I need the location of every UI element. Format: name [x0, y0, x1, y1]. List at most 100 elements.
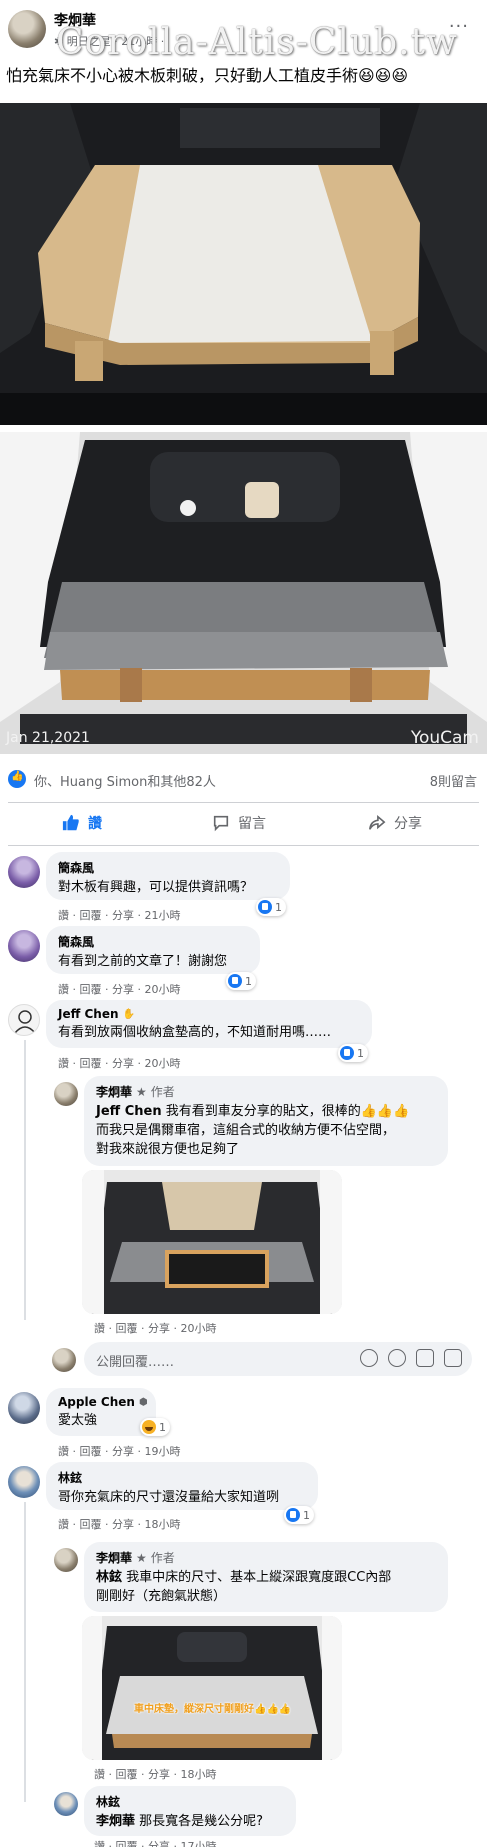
haha-reaction-icon [142, 1420, 156, 1434]
storage-box-illustration [82, 1170, 342, 1314]
comment-actions[interactable]: 讚 · 回覆 · 分享 · 18小時 [58, 1516, 180, 1532]
share-label: 分享 [394, 816, 422, 832]
wave-icon: ✋ [122, 1008, 135, 1020]
author-avatar[interactable] [8, 10, 46, 48]
author-tag: 作者 [150, 1551, 175, 1565]
avatar-sketch [14, 1010, 36, 1034]
comment-author-name[interactable]: Jeff Chen [58, 1007, 119, 1021]
comment-author[interactable]: 簡森風 [58, 933, 248, 950]
reply-photo-air-mattress[interactable]: 車中床墊，縱深尺寸剛剛好👍👍👍 [82, 1616, 342, 1760]
sticker-icon[interactable] [444, 1349, 462, 1367]
reaction-summary-text[interactable]: 你、Huang Simon和其他82人 [34, 771, 216, 790]
reply-author-avatar[interactable] [54, 1792, 78, 1816]
camera-icon[interactable] [388, 1349, 406, 1367]
reply-bubble: 林鉉 李炯華 那長寬各是幾公分呢? [84, 1786, 296, 1836]
reply-author-avatar[interactable] [54, 1082, 78, 1106]
share-button[interactable]: 分享 [368, 813, 422, 833]
reply-photo-storage-box[interactable] [82, 1170, 342, 1314]
comment-count[interactable]: 8則留言 [430, 771, 477, 790]
photo-overlay-caption: 車中床墊，縱深尺寸剛剛好👍👍👍 [134, 1704, 292, 1715]
reply-text-line: 剛剛好（充飽氣狀態） [96, 1589, 227, 1604]
public-reply-input[interactable]: 公開回覆…… [84, 1342, 472, 1376]
like-reaction-icon[interactable] [8, 770, 26, 788]
wood-board-illustration [0, 103, 487, 425]
comment-author-name[interactable]: Apple Chen [58, 1395, 135, 1409]
comment-text: 愛太強 [58, 1413, 98, 1428]
reply-text-line: 而我只是偶爾車宿，這組合式的收納方便不佔空間， [96, 1123, 396, 1138]
reply-bubble: 李炯華 ★ 作者 Jeff Chen 我有看到車友分享的貼文，很棒的👍👍👍 而我… [84, 1076, 448, 1166]
reply-text-line: 對我來說很方便也足夠了 [96, 1142, 240, 1157]
comment-reaction-chip[interactable]: 1 [284, 1506, 314, 1524]
comment-actions[interactable]: 讚 · 回覆 · 分享 · 20小時 [58, 1055, 180, 1071]
comment-author[interactable]: Apple Chen ⬢ [58, 1395, 148, 1409]
photo-date-stamp: Jan 21,2021 [6, 730, 90, 746]
comment-bubble: Jeff Chen ✋ 有看到放兩個收納盒墊高的，不知道耐用嗎…… [46, 1000, 372, 1048]
thumbs-up-icon [62, 814, 79, 831]
comment-author[interactable]: Jeff Chen ✋ [58, 1007, 360, 1021]
author-star-icon: ★ [136, 1550, 147, 1565]
reply-author-name[interactable]: 李炯華 [96, 1549, 132, 1566]
emoji-icon[interactable] [360, 1349, 378, 1367]
reply-mention[interactable]: 林鉉 [96, 1570, 122, 1585]
comment-author[interactable]: 簡森風 [58, 859, 278, 876]
like-reaction-icon [258, 900, 272, 914]
thread-line [24, 1502, 26, 1802]
like-reaction-icon [228, 974, 242, 988]
reply-actions[interactable]: 讚 · 回覆 · 分享 · 18小時 [94, 1766, 216, 1782]
post-caption: 怕充氣床不小心被木板刺破，只好動人工植皮手術😆😆😆 [6, 66, 409, 85]
reply-text: Jeff Chen 我有看到車友分享的貼文，很棒的👍👍👍 而我只是偶爾車宿，這組… [96, 1102, 436, 1159]
comment-bubble: 簡森風 對木板有興趣，可以提供資訊嗎？ [46, 852, 290, 900]
like-reaction-icon [340, 1046, 354, 1060]
comment-bubble: 簡森風 有看到之前的文章了！謝謝您 [46, 926, 260, 974]
reply-author-name[interactable]: 李炯華 [96, 1083, 132, 1100]
reply-bubble: 李炯華 ★ 作者 林鉉 我車中床的尺寸、基本上縱深跟寬度跟CC內部 剛剛好（充飽… [84, 1542, 448, 1612]
post-action-bar: 讚 留言 分享 [8, 802, 479, 846]
comment-bubble: 林鉉 哥你充氣床的尺寸還沒量給大家知道咧 [46, 1462, 318, 1510]
comment-author[interactable]: 林鉉 [58, 1469, 306, 1486]
watermark: Corolla-Altis-Club.tw [56, 22, 458, 63]
reply-mention[interactable]: 李炯華 [96, 1814, 135, 1829]
gif-icon[interactable] [416, 1349, 434, 1367]
author-tag: 作者 [150, 1085, 175, 1099]
comment-bubble-icon [213, 815, 229, 832]
reply-author[interactable]: 林鉉 [96, 1793, 284, 1810]
comment-reaction-count: 1 [357, 1046, 364, 1060]
reply-text: 李炯華 那長寬各是幾公分呢? [96, 1812, 284, 1831]
shield-badge-icon: ⬢ [138, 1396, 148, 1408]
commenter-avatar[interactable] [8, 1466, 40, 1498]
post-photo-felt-board[interactable]: Jan 21,2021 YouCam [0, 432, 487, 754]
reply-actions[interactable]: 讚 · 回覆 · 分享 · 17小時 [94, 1838, 216, 1847]
current-user-avatar [52, 1348, 76, 1372]
commenter-avatar[interactable] [8, 1392, 40, 1424]
share-arrow-icon [368, 814, 386, 830]
like-label: 讚 [88, 816, 102, 832]
comment-reaction-count: 1 [275, 900, 282, 914]
reply-author-avatar[interactable] [54, 1548, 78, 1572]
comment-text: 對木板有興趣，可以提供資訊嗎？ [58, 880, 254, 895]
comment-reaction-chip[interactable]: 1 [140, 1418, 170, 1436]
like-reaction-icon [286, 1508, 300, 1522]
thread-line [24, 1040, 26, 1320]
like-button[interactable]: 讚 [62, 813, 102, 833]
reply-tool-icons [360, 1349, 462, 1367]
reply-mention[interactable]: Jeff Chen [96, 1104, 162, 1119]
reply-actions[interactable]: 讚 · 回覆 · 分享 · 20小時 [94, 1320, 216, 1336]
reaction-summary-bar: 你、Huang Simon和其他82人 8則留言 [0, 768, 487, 792]
more-options-button[interactable]: ··· [449, 16, 469, 37]
comment-actions[interactable]: 讚 · 回覆 · 分享 · 20小時 [58, 981, 180, 997]
post-photo-wood-board[interactable] [0, 103, 487, 425]
reply-author[interactable]: 李炯華 ★ 作者 [96, 1083, 436, 1100]
comment-button[interactable]: 留言 [212, 813, 266, 833]
comment-reaction-count: 1 [245, 974, 252, 988]
reply-author[interactable]: 李炯華 ★ 作者 [96, 1549, 436, 1566]
comment-reaction-chip[interactable]: 1 [226, 972, 256, 990]
comment-actions[interactable]: 讚 · 回覆 · 分享 · 19小時 [58, 1443, 180, 1459]
commenter-avatar[interactable] [8, 1004, 40, 1036]
air-mattress-illustration [82, 1616, 342, 1760]
comment-reaction-chip[interactable]: 1 [256, 898, 286, 916]
commenter-avatar[interactable] [8, 856, 40, 888]
commenter-avatar[interactable] [8, 930, 40, 962]
comment-actions[interactable]: 讚 · 回覆 · 分享 · 21小時 [58, 907, 180, 923]
comment-reaction-chip[interactable]: 1 [338, 1044, 368, 1062]
comment-reaction-count: 1 [159, 1420, 166, 1434]
